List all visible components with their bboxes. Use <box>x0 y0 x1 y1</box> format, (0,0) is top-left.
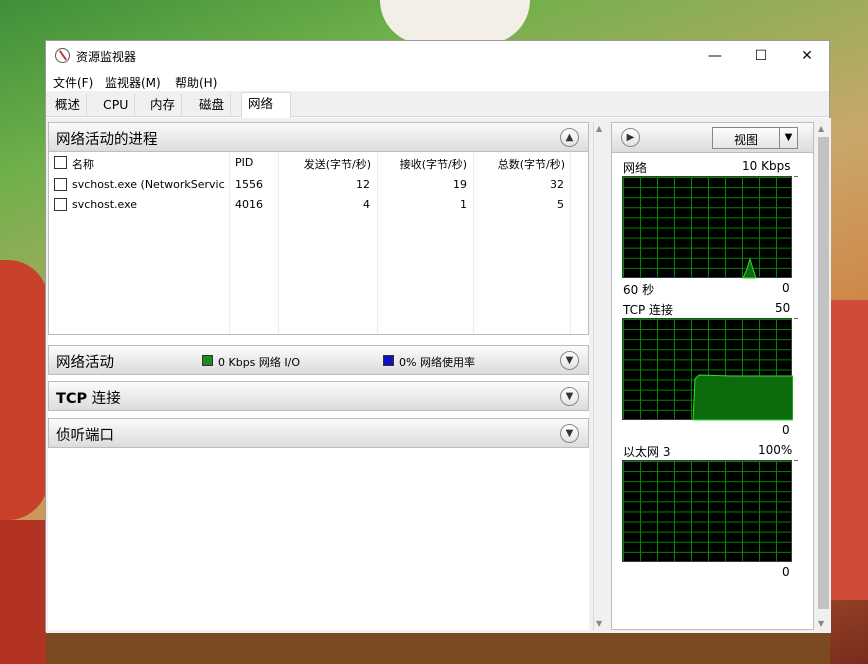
scroll-up-icon[interactable]: ▲ <box>596 124 602 133</box>
scroll-down-icon[interactable]: ▼ <box>596 619 602 628</box>
process-sent: 12 <box>356 178 370 191</box>
wallpaper-figure <box>0 260 48 520</box>
resource-monitor-window: 资源监视器 — ☐ ✕ 文件(F) 监视器(M) 帮助(H) 概述 CPU 内存… <box>45 40 831 633</box>
menu-monitor[interactable]: 监视器(M) <box>105 74 161 91</box>
resource-monitor-icon <box>55 48 70 63</box>
window-title: 资源监视器 <box>76 50 137 64</box>
tcp-section-header[interactable]: TCP 连接 ▼ <box>48 381 589 411</box>
chevron-up-icon[interactable]: ▲ <box>560 128 579 147</box>
network-usage-legend: 0% 网络使用率 <box>399 356 475 369</box>
column-separator <box>229 152 230 334</box>
left-panel: 网络活动的进程 ▲ 名称 PID 发送(字节/秒) 接收(字节/秒) 总数(字节… <box>48 122 589 630</box>
graph-network-label: 网络 <box>623 161 648 175</box>
tab-memory[interactable]: 内存 <box>144 94 183 116</box>
main-area: 网络活动的进程 ▲ 名称 PID 发送(字节/秒) 接收(字节/秒) 总数(字节… <box>46 118 831 633</box>
column-header-name[interactable]: 名称 <box>72 156 94 172</box>
view-label: 视图 <box>733 133 758 147</box>
minimize-button[interactable]: — <box>692 41 738 71</box>
maximize-button[interactable]: ☐ <box>738 41 784 71</box>
ports-section-header[interactable]: 侦听端口 ▼ <box>48 418 589 448</box>
axis-tick <box>794 176 798 177</box>
right-scrollbar[interactable]: ▲ ▼ <box>816 122 830 630</box>
network-activity-section-header[interactable]: 网络活动 0 Kbps 网络 I/O 0% 网络使用率 ▼ <box>48 345 589 375</box>
tab-strip: 概述 CPU 内存 磁盘 网络 <box>46 91 829 118</box>
menu-file[interactable]: 文件(F) <box>53 74 93 91</box>
view-dropdown[interactable]: 视图 ▼ <box>712 127 798 149</box>
column-header-sent[interactable]: 发送(字节/秒) <box>281 156 371 172</box>
graph-network-time: 60 秒 <box>623 283 655 297</box>
axis-tick <box>794 318 798 319</box>
process-pid: 1556 <box>235 178 263 191</box>
process-total: 5 <box>557 198 564 211</box>
graph-ethernet-max: 100% <box>758 443 793 457</box>
column-header-pid[interactable]: PID <box>235 156 253 169</box>
scroll-down-icon[interactable]: ▼ <box>818 619 824 628</box>
row-checkbox[interactable] <box>54 178 67 191</box>
dropdown-arrow-icon[interactable]: ▼ <box>779 128 797 148</box>
network-graph <box>622 176 792 279</box>
process-sent: 4 <box>363 198 370 211</box>
chevron-right-icon[interactable]: ▶ <box>621 128 640 147</box>
tcp-section-title: TCP 连接 <box>56 387 121 408</box>
process-total: 32 <box>550 178 564 191</box>
column-separator <box>278 152 279 334</box>
tab-network[interactable]: 网络 <box>241 92 291 118</box>
process-pid: 4016 <box>235 198 263 211</box>
menu-help[interactable]: 帮助(H) <box>175 74 217 91</box>
tcp-connections-graph <box>622 318 793 421</box>
menu-bar: 文件(F) 监视器(M) 帮助(H) <box>46 71 829 91</box>
title-bar[interactable]: 资源监视器 — ☐ ✕ <box>46 41 829 71</box>
network-activity-title: 网络活动 <box>56 355 114 371</box>
wallpaper-right <box>830 300 868 600</box>
ports-section-title: 侦听端口 <box>56 428 114 444</box>
column-separator <box>377 152 378 334</box>
row-checkbox[interactable] <box>54 198 67 211</box>
scrollbar-thumb[interactable] <box>818 137 829 609</box>
chevron-down-icon[interactable]: ▼ <box>560 351 579 370</box>
graph-network-max: 10 Kbps <box>742 159 791 173</box>
process-name: svchost.exe (NetworkServic... <box>72 178 226 191</box>
tab-overview[interactable]: 概述 <box>49 94 88 116</box>
graph-panel: ▶ 视图 ▼ 网络 10 Kbps 60 秒 0 TCP 连接 50 0 以太网… <box>611 122 814 630</box>
tab-cpu[interactable]: CPU <box>97 94 136 116</box>
network-io-legend: 0 Kbps 网络 I/O <box>218 356 301 369</box>
processes-section-title: 网络活动的进程 <box>56 132 158 148</box>
graph-ethernet-label: 以太网 3 <box>623 445 671 459</box>
tcp-title-rest: 连接 <box>91 391 121 407</box>
wallpaper-cloud <box>380 0 530 44</box>
process-received: 19 <box>453 178 467 191</box>
graph-network-min: 0 <box>782 281 790 295</box>
processes-table: 名称 PID 发送(字节/秒) 接收(字节/秒) 总数(字节/秒) svchos… <box>48 152 589 335</box>
ethernet-graph <box>622 460 792 562</box>
process-received: 1 <box>460 198 467 211</box>
wallpaper-figure-lower <box>0 520 48 664</box>
column-header-received[interactable]: 接收(字节/秒) <box>379 156 467 172</box>
close-button[interactable]: ✕ <box>784 41 830 71</box>
wallpaper-bottom <box>46 632 830 664</box>
column-header-total[interactable]: 总数(字节/秒) <box>477 156 565 172</box>
chevron-down-icon[interactable]: ▼ <box>560 424 579 443</box>
process-name: svchost.exe <box>72 198 138 211</box>
graph-ethernet-min: 0 <box>782 565 790 579</box>
chevron-down-icon[interactable]: ▼ <box>560 387 579 406</box>
column-separator <box>570 152 571 334</box>
network-usage-legend-swatch <box>383 355 394 366</box>
network-io-legend-swatch <box>202 355 213 366</box>
column-separator <box>473 152 474 334</box>
tab-disk[interactable]: 磁盘 <box>193 94 232 116</box>
graph-tcp-min: 0 <box>782 423 790 437</box>
processes-section-header[interactable]: 网络活动的进程 ▲ <box>48 122 589 152</box>
graph-tcp-label: TCP 连接 <box>623 303 674 317</box>
tcp-title-bold: TCP <box>56 391 88 407</box>
select-all-checkbox[interactable] <box>54 156 67 169</box>
scroll-up-icon[interactable]: ▲ <box>818 124 824 133</box>
graph-panel-header: ▶ 视图 ▼ <box>612 123 813 153</box>
left-scrollbar[interactable]: ▲ ▼ <box>593 122 607 630</box>
graph-tcp-max: 50 <box>775 301 791 315</box>
axis-tick <box>794 460 798 461</box>
